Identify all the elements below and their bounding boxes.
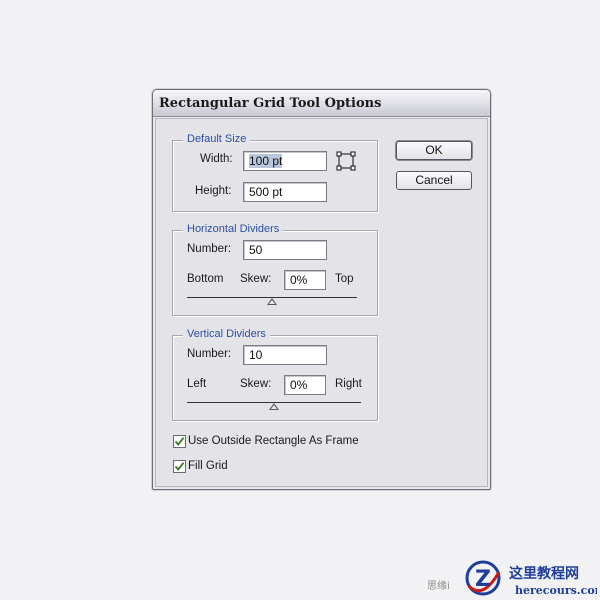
fill-grid-label[interactable]: Fill Grid xyxy=(188,460,228,472)
v-number-value: 10 xyxy=(249,348,263,362)
h-number-value: 50 xyxy=(249,243,263,257)
horizontal-dividers-legend: Horizontal Dividers xyxy=(183,223,284,235)
logo-title: 这里教程网 xyxy=(509,565,579,582)
cancel-button[interactable]: Cancel xyxy=(396,171,472,190)
default-size-legend: Default Size xyxy=(183,133,251,145)
horizontal-dividers-group: Horizontal Dividers Number: 50 Bottom Sk… xyxy=(172,223,378,316)
reference-point-icon[interactable] xyxy=(336,151,356,171)
h-top-label: Top xyxy=(335,273,354,285)
checkmark-icon xyxy=(174,437,185,446)
height-value: 500 pt xyxy=(249,185,283,199)
height-field[interactable]: 500 pt xyxy=(243,182,327,202)
h-number-field[interactable]: 50 xyxy=(243,240,327,260)
dialog-body: Default Size Width: 100 pt Height: 500 p… xyxy=(155,118,488,487)
h-skew-slider-thumb[interactable] xyxy=(267,298,277,305)
height-label: Height: xyxy=(195,185,232,197)
v-left-label: Left xyxy=(187,378,207,390)
v-skew-label: Skew: xyxy=(240,378,272,390)
rectangular-grid-tool-options-dialog: Rectangular Grid Tool Options Default Si… xyxy=(152,89,491,490)
vertical-dividers-legend: Vertical Dividers xyxy=(183,328,270,340)
h-number-label: Number: xyxy=(187,243,232,255)
h-skew-field[interactable]: 0% xyxy=(284,270,326,290)
checkmark-icon xyxy=(174,462,185,471)
width-value: 100 pt xyxy=(249,154,283,168)
dialog-title: Rectangular Grid Tool Options xyxy=(159,96,382,111)
h-skew-value: 0% xyxy=(290,273,308,287)
dialog-titlebar[interactable]: Rectangular Grid Tool Options xyxy=(153,90,490,117)
h-skew-label: Skew: xyxy=(240,273,272,285)
watermark-small-text: 思缘i xyxy=(427,581,450,592)
default-size-group: Default Size Width: 100 pt Height: 500 p… xyxy=(172,133,378,212)
v-number-field[interactable]: 10 xyxy=(243,345,327,365)
v-skew-field[interactable]: 0% xyxy=(284,375,326,395)
ok-button[interactable]: OK xyxy=(396,141,472,160)
vertical-dividers-group: Vertical Dividers Number: 10 Left Skew: … xyxy=(172,328,378,421)
width-field[interactable]: 100 pt xyxy=(243,151,327,171)
h-bottom-label: Bottom xyxy=(187,273,224,285)
fill-grid-checkbox[interactable] xyxy=(173,460,186,473)
use-outside-rectangle-checkbox[interactable] xyxy=(173,435,186,448)
v-number-label: Number: xyxy=(187,348,232,360)
svg-text:Z: Z xyxy=(475,567,491,592)
width-label: Width: xyxy=(200,153,233,165)
site-logo: Z 这里教程网 herecours.com xyxy=(465,560,597,597)
logo-url: herecours.com xyxy=(515,584,597,597)
use-outside-rectangle-label[interactable]: Use Outside Rectangle As Frame xyxy=(188,435,359,447)
v-right-label: Right xyxy=(335,378,362,390)
v-skew-slider-thumb[interactable] xyxy=(269,403,279,410)
v-skew-value: 0% xyxy=(290,378,308,392)
